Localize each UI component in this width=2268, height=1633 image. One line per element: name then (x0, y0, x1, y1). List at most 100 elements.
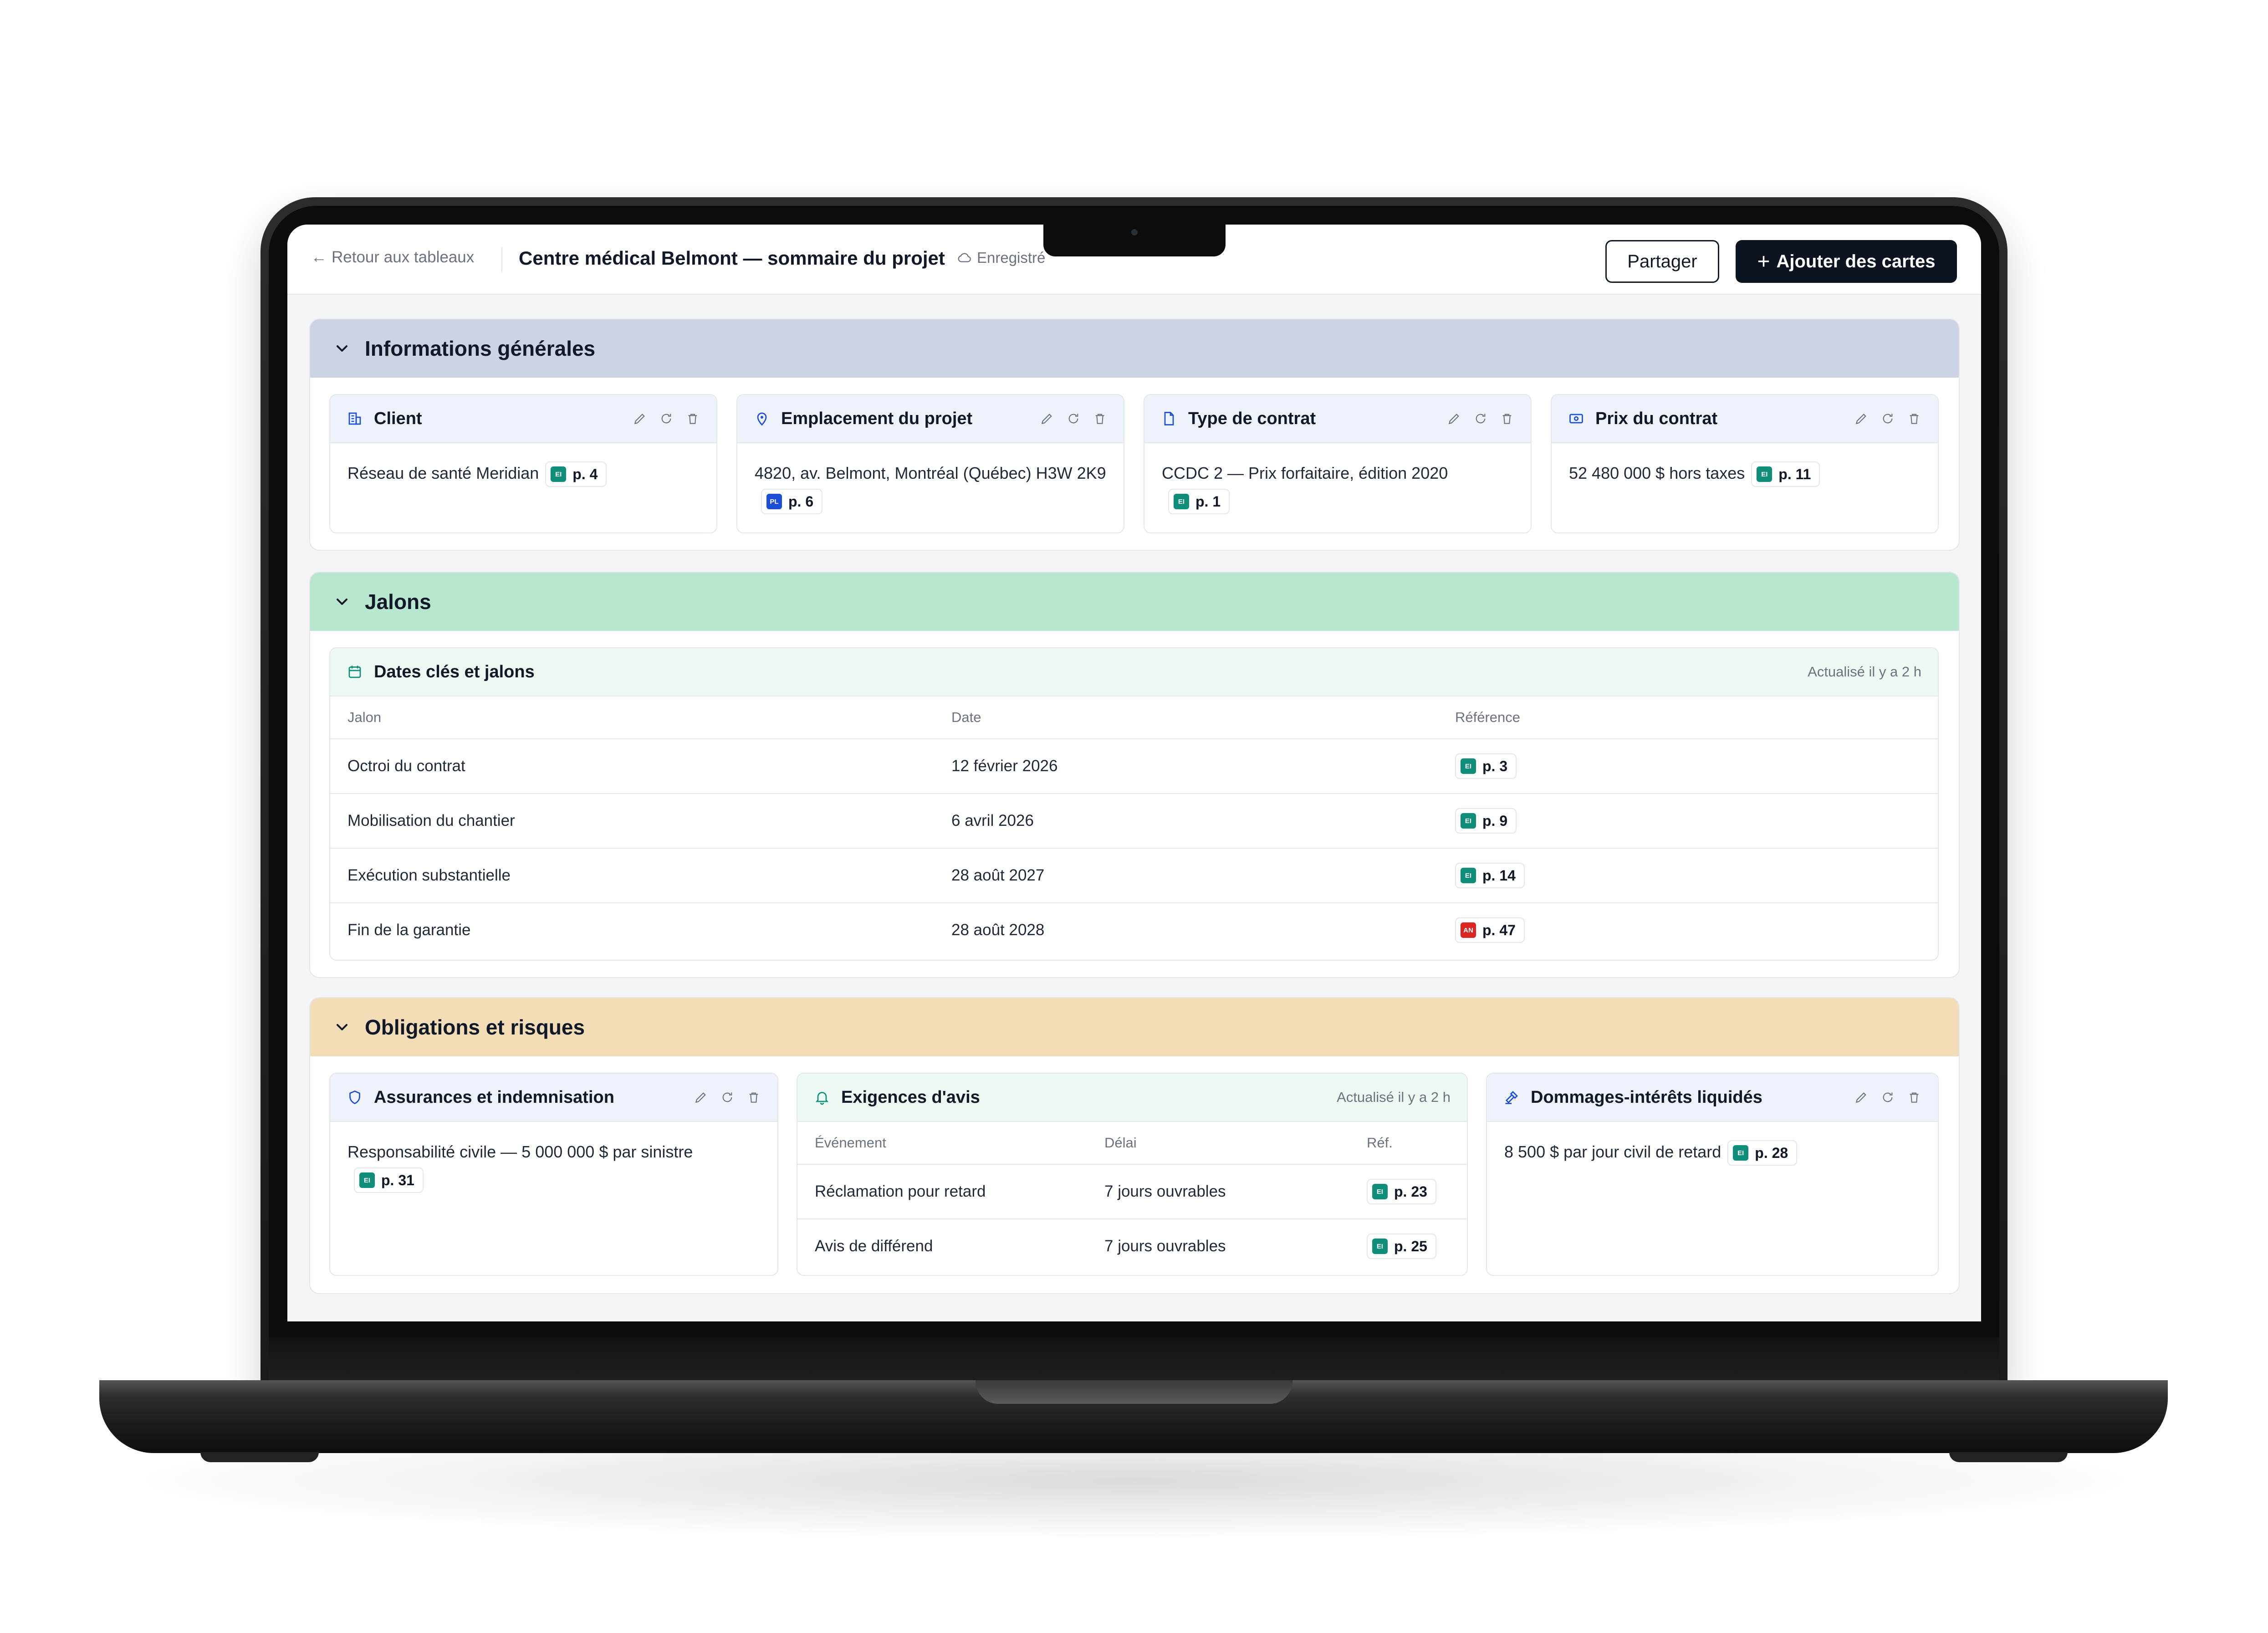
refresh-icon[interactable] (1880, 1090, 1895, 1105)
notice-event: Avis de différend (815, 1237, 933, 1255)
reference-tag[interactable]: EI p. 9 (1455, 808, 1517, 834)
trash-icon[interactable] (1500, 411, 1514, 426)
table-header-row: Jalon Date Référence (330, 696, 1938, 739)
reference-tag[interactable]: EI p. 4 (545, 461, 607, 487)
refresh-icon[interactable] (1880, 411, 1895, 426)
refresh-icon[interactable] (1473, 411, 1488, 426)
trash-icon[interactable] (1093, 411, 1107, 426)
column-header: Jalon (330, 696, 934, 739)
section-milestones: Jalons Dates clés et jalons Actualisé il… (309, 572, 1960, 978)
card-title: Dates clés et jalons (374, 662, 535, 681)
section-header[interactable]: Obligations et risques (310, 998, 1959, 1056)
source-badge: AN (1461, 922, 1476, 938)
reference-tag[interactable]: EI p. 31 (354, 1167, 424, 1193)
table-row[interactable]: Avis de différend 7 jours ouvrables EI p.… (797, 1219, 1467, 1273)
reference-tag[interactable]: EI p. 28 (1727, 1140, 1798, 1166)
source-badge: EI (1174, 494, 1189, 510)
reference-tag[interactable]: EI p. 23 (1367, 1179, 1436, 1204)
notice-event: Réclamation pour retard (797, 1164, 1087, 1219)
edit-icon[interactable] (1040, 411, 1054, 426)
reference-tag[interactable]: EI p. 14 (1455, 863, 1525, 888)
section-title: Obligations et risques (365, 1015, 585, 1039)
share-button[interactable]: Partager (1605, 240, 1719, 283)
table-row[interactable]: Exécution substantielle 28 août 2027 EI p… (330, 848, 1938, 903)
section-header[interactable]: Informations générales (310, 319, 1959, 378)
page-ref: p. 11 (1778, 466, 1811, 483)
trash-icon[interactable] (1907, 1090, 1921, 1105)
trash-icon[interactable] (746, 1090, 761, 1105)
notice-requirements-card: Exigences d'avis Actualisé il y a 2 h Év… (797, 1073, 1468, 1276)
page-ref: p. 3 (1482, 758, 1508, 774)
column-header: Événement (797, 1122, 1087, 1165)
edit-icon[interactable] (694, 1090, 708, 1105)
reference-tag[interactable]: EI p. 1 (1168, 489, 1230, 515)
back-link[interactable]: ← Retour aux tableaux (311, 248, 474, 266)
screen-chin (269, 1337, 1999, 1382)
card-tools (633, 411, 700, 426)
section-header[interactable]: Jalons (310, 573, 1959, 631)
laptop-opening-notch (976, 1380, 1292, 1404)
page-ref: p. 9 (1482, 813, 1508, 829)
table-row[interactable]: Réclamation pour retard 7 jours ouvrable… (797, 1164, 1467, 1219)
edit-icon[interactable] (633, 411, 647, 426)
gavel-icon (1505, 1091, 1518, 1104)
refresh-icon[interactable] (1066, 411, 1081, 426)
card-header: Prix du contrat (1552, 395, 1938, 443)
insurance-card: Assurances et indemnisation Responsabili… (329, 1073, 778, 1276)
notice-delay: 7 jours ouvrables (1104, 1237, 1226, 1255)
milestone-ref: EI p. 14 (1438, 848, 1938, 903)
contract-type-card: Type de contrat CCDC 2 — Prix forfaitair… (1144, 394, 1532, 533)
bell-icon (816, 1092, 828, 1105)
edit-icon[interactable] (1447, 411, 1461, 426)
add-cards-button[interactable]: + Ajouter des cartes (1736, 240, 1957, 283)
card-title: Emplacement du projet (781, 409, 973, 428)
map-pin-icon (757, 412, 767, 426)
source-badge: PL (766, 494, 782, 510)
card-body: CCDC 2 — Prix forfaitaire, édition 2020 E… (1144, 443, 1531, 531)
milestone-ref: EI p. 9 (1438, 793, 1938, 849)
trash-icon[interactable] (685, 411, 700, 426)
card-header: Dates clés et jalons Actualisé il y a 2 … (330, 648, 1938, 696)
camera-notch (1043, 225, 1226, 256)
reference-tag[interactable]: EI p. 3 (1455, 753, 1517, 779)
milestone-name: Fin de la garantie (347, 921, 471, 939)
reference-tag[interactable]: AN p. 47 (1455, 917, 1525, 943)
source-badge: EI (1372, 1239, 1388, 1254)
source-badge: EI (1461, 813, 1476, 829)
card-body: 4820, av. Belmont, Montréal (Québec) H3W… (737, 443, 1124, 531)
plus-icon: + (1757, 249, 1770, 274)
page-ref: p. 1 (1195, 493, 1221, 510)
chevron-down-icon (337, 599, 347, 605)
reference-tag[interactable]: EI p. 11 (1751, 461, 1820, 487)
milestone-name: Octroi du contrat (330, 739, 934, 794)
chevron-down-icon (337, 1024, 347, 1030)
table-row[interactable]: Octroi du contrat 12 février 2026 EI p. 3 (330, 739, 1938, 794)
card-title: Assurances et indemnisation (374, 1087, 614, 1107)
section-title: Informations générales (365, 337, 596, 360)
table-row[interactable]: Mobilisation du chantier 6 avril 2026 EI… (330, 793, 1938, 849)
save-status-label: Enregistré (977, 249, 1046, 266)
milestone-date: 6 avril 2026 (934, 793, 1438, 849)
page-title: Centre médical Belmont — sommaire du pro… (519, 247, 945, 269)
card-title: Type de contrat (1188, 409, 1316, 428)
location-card: Emplacement du projet 4820, av. Belmont,… (736, 394, 1124, 533)
reference-tag[interactable]: EI p. 25 (1367, 1234, 1436, 1259)
divider (501, 247, 502, 272)
camera-icon (1131, 229, 1138, 235)
refresh-icon[interactable] (659, 411, 674, 426)
reference-tag[interactable]: PL p. 6 (761, 489, 823, 515)
milestones-table: Jalon Date Référence Octroi du contrat 1… (330, 696, 1938, 957)
card-body: Responsabilité civile — 5 000 000 $ par … (330, 1122, 777, 1209)
section-general-info: Informations générales Client Réseau de … (309, 318, 1960, 551)
card-tools (1854, 411, 1921, 426)
shield-icon (349, 1090, 360, 1104)
milestones-card: Dates clés et jalons Actualisé il y a 2 … (329, 647, 1939, 961)
trash-icon[interactable] (1907, 411, 1921, 426)
milestone-name: Mobilisation du chantier (330, 793, 934, 849)
edit-icon[interactable] (1854, 411, 1869, 426)
edit-icon[interactable] (1854, 1090, 1869, 1105)
refresh-icon[interactable] (720, 1090, 735, 1105)
table-row[interactable]: Fin de la garantie 28 août 2028 AN p. 47 (330, 903, 1938, 957)
page-ref: p. 14 (1482, 867, 1516, 884)
milestone-ref: EI p. 3 (1438, 739, 1938, 794)
